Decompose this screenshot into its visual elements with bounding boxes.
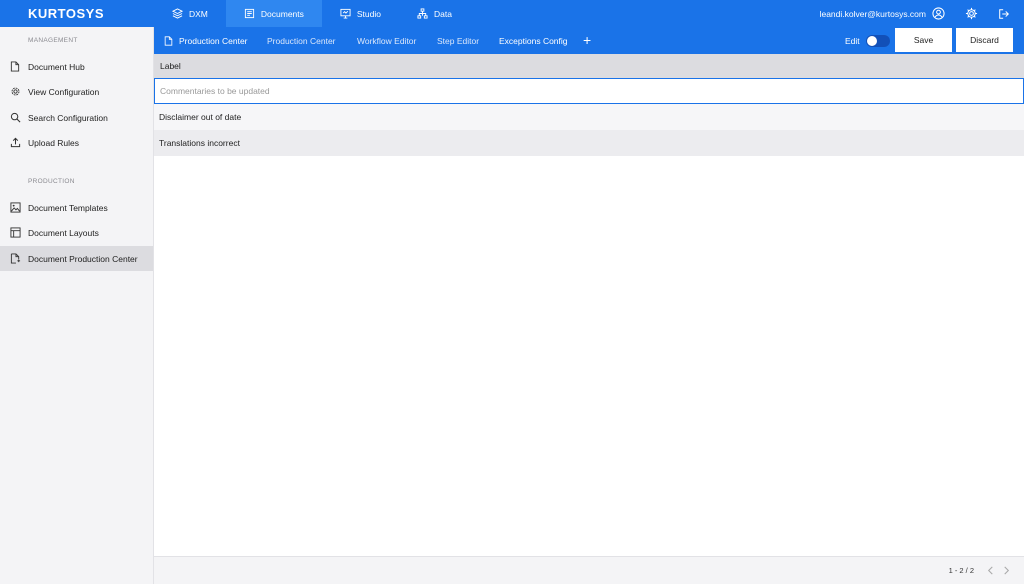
table-row-editing[interactable] <box>154 78 1024 104</box>
topnav-studio[interactable]: Studio <box>322 0 399 27</box>
document-icon <box>9 61 21 73</box>
tab-production-center[interactable]: Production Center <box>267 27 336 54</box>
sidebar-item-label: Document Hub <box>28 61 85 72</box>
edit-toggle-group: Edit <box>845 27 890 54</box>
logout-icon[interactable] <box>998 8 1010 20</box>
pager-range: 1 - 2 / 2 <box>948 566 974 575</box>
tab-label: Exceptions Config <box>499 35 568 46</box>
toggle-knob <box>866 35 877 46</box>
tab-label: Step Editor <box>437 35 480 46</box>
sub-toolbar: Production Center Production Center Work… <box>154 27 1024 54</box>
discard-button[interactable]: Discard <box>956 28 1013 52</box>
table-row[interactable]: Translations incorrect <box>154 130 1024 156</box>
document-production-icon <box>9 253 21 265</box>
sidebar-item-document-hub[interactable]: Document Hub <box>0 54 153 79</box>
settings-gear-icon[interactable] <box>965 7 978 20</box>
layout-icon <box>9 227 21 239</box>
tab-step-editor[interactable]: Step Editor <box>437 27 479 54</box>
table-header-label[interactable]: Label <box>154 54 1024 78</box>
documents-icon <box>244 8 254 19</box>
chevron-left-icon[interactable] <box>984 565 996 577</box>
topnav-studio-label: Studio <box>356 8 381 19</box>
topnav-dxm[interactable]: DXM <box>154 0 226 27</box>
exceptions-table: Label Disclaimer out of date Translation… <box>154 54 1024 156</box>
sidebar-item-label: Document Layouts <box>28 227 99 238</box>
table-row[interactable]: Disclaimer out of date <box>154 104 1024 130</box>
topnav-dxm-label: DXM <box>189 8 208 19</box>
topnav-documents[interactable]: Documents <box>225 0 322 27</box>
studio-icon <box>340 8 351 19</box>
sidebar-item-view-configuration[interactable]: View Configuration <box>0 79 153 104</box>
document-icon <box>164 35 173 46</box>
sidebar-production-header: PRODUCTION <box>28 178 75 185</box>
row-label: Disclaimer out of date <box>159 112 242 122</box>
user-avatar-icon[interactable] <box>932 7 945 20</box>
sidebar-item-document-production-center[interactable]: Document Production Center <box>0 246 153 271</box>
table-footer: 1 - 2 / 2 <box>154 556 1024 584</box>
top-bar: KURTOSYS DXM Documents Studio Data leand… <box>0 0 1024 27</box>
sidebar-item-label: Document Templates <box>28 202 108 213</box>
sidebar-item-label: Search Configuration <box>28 112 108 123</box>
sidebar-management-header: MANAGEMENT <box>28 37 78 44</box>
edit-toggle[interactable] <box>865 34 890 47</box>
tab-production-center-main[interactable]: Production Center <box>164 27 248 54</box>
user-email[interactable]: leandi.kolver@kurtosys.com <box>820 9 926 19</box>
sidebar-item-upload-rules[interactable]: Upload Rules <box>0 130 153 155</box>
search-icon <box>9 112 21 124</box>
label-input[interactable] <box>160 86 1023 96</box>
tab-label: Production Center <box>179 35 248 46</box>
app-logo[interactable]: KURTOSYS <box>28 6 104 21</box>
image-icon <box>9 202 21 214</box>
topnav-data-label: Data <box>434 8 452 19</box>
hierarchy-icon <box>417 8 428 19</box>
sidebar-item-search-configuration[interactable]: Search Configuration <box>0 105 153 130</box>
tab-label: Production Center <box>267 35 336 46</box>
sidebar: MANAGEMENT Document Hub View Configurati… <box>0 27 154 584</box>
sidebar-item-document-templates[interactable]: Document Templates <box>0 195 153 220</box>
tab-workflow-editor[interactable]: Workflow Editor <box>357 27 416 54</box>
sidebar-item-label: View Configuration <box>28 86 100 97</box>
chevron-right-icon[interactable] <box>1000 565 1012 577</box>
gear-icon <box>9 86 21 98</box>
sidebar-item-label: Upload Rules <box>28 137 80 148</box>
tab-exceptions-config[interactable]: Exceptions Config <box>499 27 568 54</box>
row-label: Translations incorrect <box>159 138 240 148</box>
topnav-data[interactable]: Data <box>399 0 470 27</box>
save-button[interactable]: Save <box>895 28 952 52</box>
topnav-documents-label: Documents <box>260 8 304 19</box>
tab-label: Workflow Editor <box>357 35 417 46</box>
top-nav: DXM Documents Studio Data <box>154 0 470 27</box>
layers-icon <box>172 8 183 19</box>
sidebar-item-document-layouts[interactable]: Document Layouts <box>0 220 153 245</box>
edit-label: Edit <box>845 35 860 46</box>
upload-icon <box>9 137 21 149</box>
top-right-controls: leandi.kolver@kurtosys.com <box>820 0 1010 27</box>
add-tab-button[interactable]: + <box>583 33 591 47</box>
sidebar-item-label: Document Production Center <box>28 253 138 264</box>
